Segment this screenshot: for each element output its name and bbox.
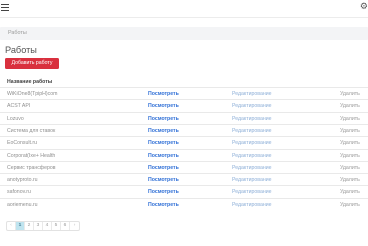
edit-link[interactable]: Редактирование [232,152,272,160]
view-link[interactable]: Посмотреть [148,127,179,135]
work-name: safonov.ru [7,189,31,196]
view-link[interactable]: Посмотреть [148,90,179,98]
view-link[interactable]: Посмотреть [148,176,179,184]
work-name: ACST API [7,103,31,110]
edit-link[interactable]: Редактирование [232,115,272,123]
table-row: Система для ставок Посмотреть Редактирован… [0,123,368,136]
table-row: WiKiOne8(TpipH)com Посмотреть Редактирован… [0,87,368,99]
work-name: anotyproto.ru [7,177,38,184]
edit-link[interactable]: Редактирование [232,139,272,147]
delete-link[interactable]: Удалить [340,152,360,160]
view-link[interactable]: Посмотреть [148,152,179,160]
pagination-page-2[interactable]: 2 [25,222,34,230]
pagination-page-4[interactable]: 4 [43,222,52,230]
breadcrumb-item[interactable]: Работы [8,29,27,38]
edit-link[interactable]: Редактирование [232,90,272,98]
pagination-next-button[interactable]: › [70,222,79,230]
hamburger-icon[interactable] [1,4,9,11]
table-row: Corporat(Ixe+ Health Посмотреть Редактиров… [0,148,368,161]
delete-link[interactable]: Удалить [340,115,360,123]
table-row: ACST API Посмотреть Редактирование Удалить [0,99,368,111]
view-link[interactable]: Посмотреть [148,188,179,196]
delete-link[interactable]: Удалить [340,201,360,209]
work-name: aoriemenu.ru [7,201,38,208]
view-link[interactable]: Посмотреть [148,164,179,172]
edit-link[interactable]: Редактирование [232,102,272,110]
delete-link[interactable]: Удалить [340,102,360,110]
pagination-page-5[interactable]: 5 [52,222,61,230]
breadcrumb: Работы [0,27,368,40]
gear-icon[interactable]: ⚙ [360,2,368,12]
column-header-name: Название работы [7,79,53,85]
delete-link[interactable]: Удалить [340,188,360,196]
view-link[interactable]: Посмотреть [148,201,179,209]
view-link[interactable]: Посмотреть [148,102,179,110]
add-work-button[interactable]: Добавить работу [5,58,59,69]
delete-link[interactable]: Удалить [340,164,360,172]
delete-link[interactable]: Удалить [340,176,360,184]
pagination-page-1[interactable]: 1 [16,222,25,230]
view-link[interactable]: Посмотреть [148,139,179,147]
table-row: Сервис трансферов Посмотреть Редактировани… [0,160,368,173]
table-row: EoConsult.ru Посмотреть Редактирование Удал… [0,136,368,148]
table-row: anotyproto.ru Посмотреть Редактирование Уда… [0,173,368,185]
page-title: Работы [5,45,37,55]
delete-link[interactable]: Удалить [340,139,360,147]
edit-link[interactable]: Редактирование [232,201,272,209]
work-name: Corporat(Ixe+ Health [7,152,56,159]
view-link[interactable]: Посмотреть [148,115,179,123]
pagination: ‹ 1 2 3 4 5 6 › [6,221,80,231]
top-bar: ⚙ [0,0,368,18]
table-row: aoriemenu.ru Посмотреть Редактирование Удал… [0,197,368,210]
pagination-page-6[interactable]: 6 [61,222,70,230]
edit-link[interactable]: Редактирование [232,188,272,196]
pagination-page-3[interactable]: 3 [34,222,43,230]
edit-link[interactable]: Редактирование [232,176,272,184]
pagination-prev-button[interactable]: ‹ [7,222,16,230]
work-name: EoConsult.ru [7,140,37,147]
work-name: WiKiOne8(TpipH)com [7,91,58,97]
table-row: safonov.ru Посмотреть Редактирование Удалит… [0,185,368,197]
table-row: Lozuvo Посмотреть Редактирование Удалить [0,111,368,124]
work-name: Система для ставок [7,127,56,134]
work-name: Lozuvo [7,115,24,122]
edit-link[interactable]: Редактирование [232,127,272,135]
edit-link[interactable]: Редактирование [232,164,272,172]
work-name: Сервис трансферов [7,164,56,171]
delete-link[interactable]: Удалить [340,127,360,135]
delete-link[interactable]: Удалить [340,90,360,98]
